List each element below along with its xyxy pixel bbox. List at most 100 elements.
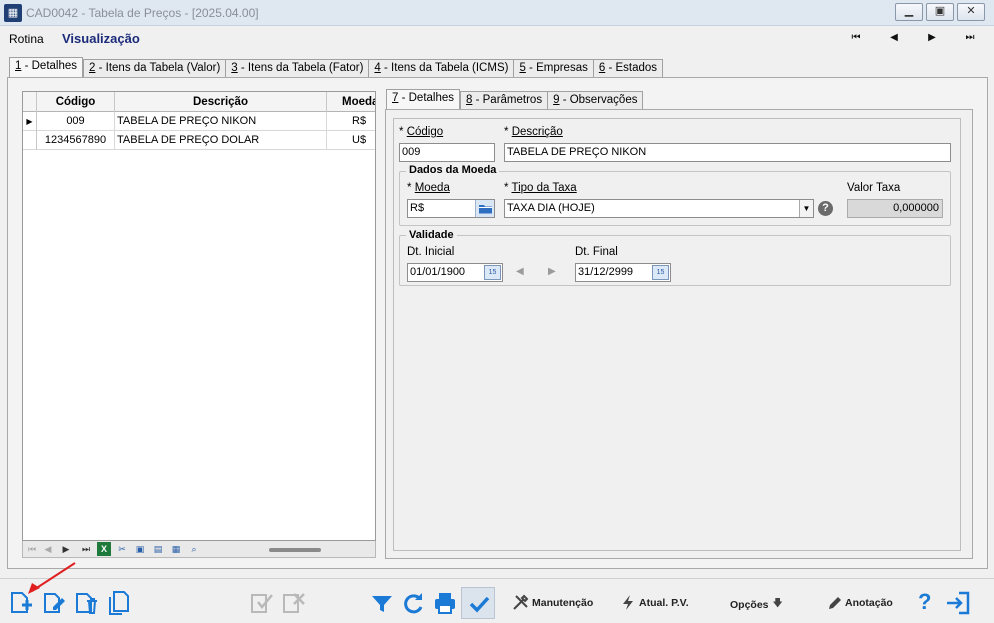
tab-estados[interactable]: 6 - Estados xyxy=(592,59,664,78)
tools-icon[interactable]: ✂ xyxy=(115,542,129,556)
prev-icon[interactable]: ◀ xyxy=(41,542,55,556)
cancel-disabled-icon[interactable] xyxy=(281,590,307,616)
next-record-icon[interactable]: ▶ xyxy=(924,31,940,45)
dt-inicial-field[interactable]: 01/01/1900 15 xyxy=(407,263,503,282)
table-row[interactable]: ▶ 009 TABELA DE PREÇO NIKON R$ xyxy=(23,112,375,131)
tipo-taxa-value: TAXA DIA (HOJE) xyxy=(507,202,595,214)
tab-label: - Itens da Tabela (Fator) xyxy=(237,62,364,74)
cell-codigo: 1234567890 xyxy=(37,131,115,150)
anotacao-button[interactable]: Anotação xyxy=(827,594,893,611)
last-record-icon[interactable]: ⏭ xyxy=(962,31,978,45)
range-right-arrow-icon[interactable]: ▶ xyxy=(548,266,556,277)
tab-detalhes[interactable]: 1 - Detalhes xyxy=(9,57,84,78)
window-title: CAD0042 - Tabela de Preços - [2025.04.00… xyxy=(26,6,259,20)
required-mark: * xyxy=(407,182,412,194)
first-icon[interactable]: ⏮ xyxy=(25,542,39,556)
column-header-codigo[interactable]: Código xyxy=(37,92,115,112)
descricao-field[interactable]: TABELA DE PREÇO NIKON xyxy=(504,143,951,162)
dados-moeda-title: Dados da Moeda xyxy=(406,164,500,176)
chevron-down-icon[interactable]: ▼ xyxy=(799,200,813,217)
dt-final-value: 31/12/2999 xyxy=(578,266,634,278)
cell-descricao: TABELA DE PREÇO DOLAR xyxy=(115,131,327,150)
codigo-label: * Código xyxy=(399,126,443,138)
close-button[interactable]: ✕ xyxy=(957,3,985,21)
valor-taxa-label: Valor Taxa xyxy=(847,182,901,194)
codigo-field[interactable]: 009 xyxy=(399,143,495,162)
tab-label: - Itens da Tabela (Valor) xyxy=(95,62,221,74)
print-icon[interactable]: ▤ xyxy=(151,542,165,556)
confirm-active-button[interactable] xyxy=(461,587,495,619)
tab-parametros[interactable]: 8 - Parâmetros xyxy=(460,91,548,110)
exit-icon[interactable] xyxy=(945,590,971,616)
horizontal-scroll-thumb[interactable] xyxy=(269,548,321,552)
calendar-icon[interactable]: 15 xyxy=(652,265,669,280)
help-icon[interactable]: ? xyxy=(818,201,833,216)
validade-title: Validade xyxy=(406,229,457,241)
save-icon[interactable]: ▣ xyxy=(133,542,147,556)
cell-codigo: 009 xyxy=(37,112,115,131)
range-left-arrow-icon[interactable]: ◀ xyxy=(516,266,524,277)
tab-itens-fator[interactable]: 3 - Itens da Tabela (Fator) xyxy=(225,59,369,78)
tipo-taxa-select[interactable]: TAXA DIA (HOJE) ▼ xyxy=(504,199,814,218)
filter-icon[interactable] xyxy=(369,590,395,616)
refresh-icon[interactable] xyxy=(400,590,426,616)
calendar-icon[interactable]: 15 xyxy=(484,265,501,280)
dt-final-field[interactable]: 31/12/2999 15 xyxy=(575,263,671,282)
lightning-icon xyxy=(623,595,633,610)
tab-empresas[interactable]: 5 - Empresas xyxy=(513,59,593,78)
atual-pv-button[interactable]: Atual. P.V. xyxy=(621,594,689,611)
required-mark: * xyxy=(399,126,404,138)
atual-pv-label: Atual. P.V. xyxy=(639,596,689,609)
valor-taxa-field: 0,000000 xyxy=(847,199,943,218)
manutencao-label: Manutenção xyxy=(532,596,594,609)
moeda-field[interactable]: R$ xyxy=(407,199,495,218)
tab-itens-valor[interactable]: 2 - Itens da Tabela (Valor) xyxy=(83,59,226,78)
restore-button[interactable]: ▣ xyxy=(926,3,954,21)
menu-rotina[interactable]: Rotina xyxy=(9,32,44,46)
minimize-button[interactable]: ▁ xyxy=(895,3,923,21)
tab-label: - Parâmetros xyxy=(472,94,543,106)
anotacao-label: Anotação xyxy=(845,596,893,609)
required-mark: * xyxy=(504,126,509,138)
tab-label: - Detalhes xyxy=(398,92,455,104)
help-question-icon[interactable]: ? xyxy=(918,589,931,615)
moeda-label: * Moeda xyxy=(407,182,450,194)
tab-label: - Estados xyxy=(605,62,658,74)
grid-toolbar: ⏮ ◀ ▶ ⏭ X ✂ ▣ ▤ ▦ ⌕ xyxy=(22,541,376,558)
app-icon[interactable]: ▦ xyxy=(4,4,22,22)
dt-inicial-value: 01/01/1900 xyxy=(410,266,466,278)
last-icon[interactable]: ⏭ xyxy=(79,542,93,556)
pencil-icon xyxy=(829,597,841,609)
title-bar: ▦ CAD0042 - Tabela de Preços - [2025.04.… xyxy=(0,0,994,26)
table-row[interactable]: 1234567890 TABELA DE PREÇO DOLAR U$ xyxy=(23,131,375,150)
tab-label: - Observações xyxy=(559,94,638,106)
required-mark: * xyxy=(504,182,509,194)
opcoes-button[interactable]: Opções 🡇 xyxy=(730,596,783,613)
check-icon xyxy=(469,596,490,613)
indicator-header xyxy=(23,92,37,112)
main-tabstrip: 1 - Detalhes 2 - Itens da Tabela (Valor)… xyxy=(9,57,664,78)
confirm-disabled-icon[interactable] xyxy=(249,590,275,616)
next-icon[interactable]: ▶ xyxy=(59,542,73,556)
print-icon[interactable] xyxy=(432,590,458,616)
price-table-grid[interactable]: Código Descrição Moeda ▶ 009 TABELA DE P… xyxy=(22,91,376,541)
codigo-label-text: Código xyxy=(406,126,444,138)
cell-descricao: TABELA DE PREÇO NIKON xyxy=(115,112,327,131)
export-icon[interactable]: ▦ xyxy=(169,542,183,556)
copy-record-icon[interactable] xyxy=(106,590,132,616)
manutencao-button[interactable]: Manutenção xyxy=(512,594,593,611)
first-record-icon[interactable]: ⏮ xyxy=(848,31,864,45)
column-header-descricao[interactable]: Descrição xyxy=(115,92,327,112)
descricao-label-text: Descrição xyxy=(511,126,563,138)
previous-record-icon[interactable]: ◀ xyxy=(886,31,902,45)
descricao-label: * Descrição xyxy=(504,126,563,138)
arrow-down-icon: 🡇 xyxy=(772,598,783,609)
folder-lookup-icon[interactable] xyxy=(475,200,494,217)
tab-observacoes[interactable]: 9 - Observações xyxy=(547,91,644,110)
search-icon[interactable]: ⌕ xyxy=(187,542,201,556)
tab-inner-detalhes[interactable]: 7 - Detalhes xyxy=(386,89,461,110)
grid-header: Código Descrição Moeda xyxy=(23,92,375,112)
tab-itens-icms[interactable]: 4 - Itens da Tabela (ICMS) xyxy=(368,59,514,78)
excel-icon[interactable]: X xyxy=(97,542,111,556)
column-header-moeda[interactable]: Moeda xyxy=(327,92,375,112)
